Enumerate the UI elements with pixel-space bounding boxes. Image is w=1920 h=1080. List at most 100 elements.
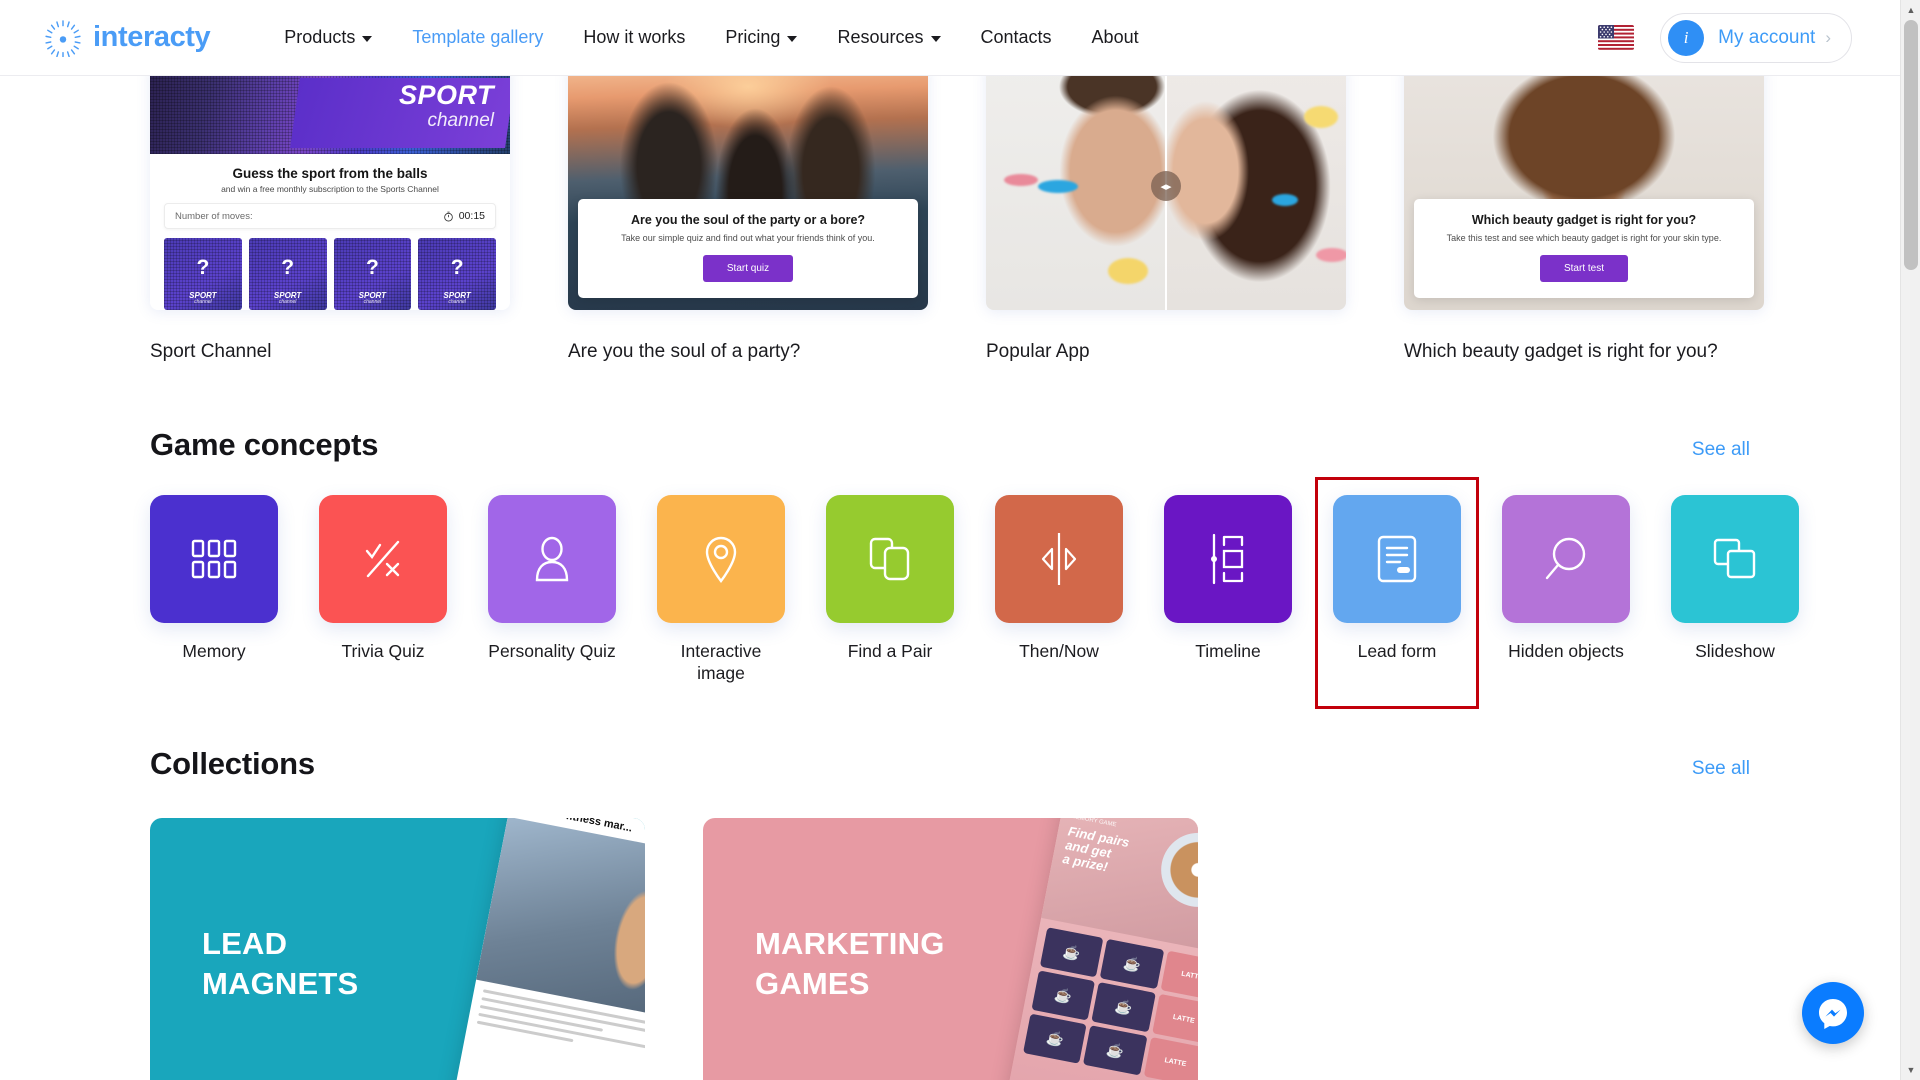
site-header: interacty Products Template gallery How … [0, 0, 1900, 76]
nav-label: How it works [583, 27, 686, 47]
concept-tile[interactable] [488, 494, 616, 623]
concept-label: Slideshow [1695, 640, 1775, 661]
nav-item-products[interactable]: Products [284, 27, 373, 48]
timer-group: 00:15 [443, 210, 485, 222]
nav-item-resources[interactable]: Resources [837, 27, 941, 48]
mockup-headline: MEMORY GAME Find pairs and get a prize! [1061, 818, 1132, 878]
messenger-chat-button[interactable] [1802, 982, 1864, 1044]
content-container: SPORT channel Guess the sport from the b… [150, 76, 1799, 1080]
concept-tile[interactable] [826, 494, 954, 623]
memory-cards-row: ? SPORT channel ? SPORT channel ? SPORT cha… [164, 238, 496, 310]
mockup-cell: LATTE [1143, 1037, 1198, 1080]
concept-find-a-pair[interactable]: Find a Pair [826, 494, 954, 685]
memory-card[interactable]: ? SPORT channel [248, 238, 327, 310]
start-test-button[interactable]: Start test [1539, 255, 1628, 282]
concept-trivia-quiz[interactable]: Trivia Quiz [319, 494, 447, 685]
template-title: Sport Channel [150, 341, 272, 362]
template-thumbnail[interactable]: SPORT channel Guess the sport from the b… [150, 76, 510, 310]
concept-tile[interactable] [1333, 494, 1461, 623]
see-all-collections-link[interactable]: See all [1692, 758, 1750, 782]
concept-lead-form[interactable]: Lead form [1315, 476, 1479, 709]
collection-card-lead-magnets[interactable]: LEAD MAGNETS Summer fitness mar... [150, 818, 645, 1080]
nav-item-about[interactable]: About [1092, 27, 1139, 48]
concept-slideshow[interactable]: Slideshow [1671, 494, 1799, 685]
us-flag-icon[interactable] [1598, 25, 1635, 50]
map-pin-icon [705, 536, 737, 583]
memory-card[interactable]: ? SPORT channel [164, 238, 242, 310]
nav-item-template-gallery[interactable]: Template gallery [412, 27, 543, 48]
template-thumbnail[interactable]: Are you the soul of the party or a bore?… [568, 76, 928, 310]
concept-label: Personality Quiz [488, 640, 616, 661]
mockup-cell: ☕ [1083, 1025, 1148, 1076]
scroll-down-arrow-icon[interactable]: ▼ [1901, 1060, 1920, 1080]
concept-tile[interactable] [1502, 494, 1630, 623]
concept-personality-quiz[interactable]: Personality Quiz [488, 494, 616, 685]
collection-card-marketing-games[interactable]: MARKETING GAMES MEMORY GAME Find pairs a… [703, 818, 1198, 1080]
mockup-cell: ☕ [1100, 939, 1164, 990]
concept-hidden-objects[interactable]: Hidden objects [1502, 494, 1630, 685]
collection-title: LEAD MAGNETS [202, 926, 359, 1002]
concept-label: Lead form [1357, 640, 1437, 661]
template-title: Popular App [986, 341, 1090, 362]
page-content: SPORT channel Guess the sport from the b… [0, 76, 1900, 1080]
template-thumbnail[interactable]: Which beauty gadget is right for you? Ta… [1404, 76, 1764, 310]
memory-card[interactable]: ? SPORT channel [418, 238, 496, 310]
concept-tile[interactable] [319, 494, 447, 623]
banner-big-text: SPORT [398, 80, 494, 110]
concept-tile[interactable] [995, 494, 1123, 623]
nav-label: Pricing [725, 27, 781, 47]
nav-item-contacts[interactable]: Contacts [981, 27, 1052, 48]
question-mark: ? [450, 256, 464, 279]
quiz-overlay-panel: Are you the soul of the party or a bore?… [578, 199, 918, 298]
before-after-slider-handle[interactable]: ◂▸ [1151, 171, 1181, 201]
nav-label: About [1091, 27, 1139, 47]
two-cards-icon [869, 537, 910, 580]
test-overlay-panel: Which beauty gadget is right for you? Ta… [1414, 199, 1754, 298]
nav-label: Template gallery [412, 27, 544, 47]
moves-label: Number of moves: [175, 210, 253, 222]
template-card[interactable]: Are you the soul of the party or a bore?… [568, 76, 928, 365]
person-icon [535, 536, 569, 581]
start-quiz-button[interactable]: Start quiz [702, 255, 794, 282]
question-mark: ? [365, 256, 379, 279]
grid-blocks-icon [191, 539, 237, 578]
see-all-game-concepts-link[interactable]: See all [1692, 439, 1750, 463]
main-navigation: Products Template gallery How it works P… [284, 27, 1138, 48]
concept-interactive-image[interactable]: Interactive image [657, 494, 785, 685]
collections-header: Collections See all [150, 746, 1750, 782]
concept-label: Find a Pair [847, 640, 933, 661]
sport-banner-text: SPORT channel [398, 80, 494, 131]
concept-label: Hidden objects [1508, 640, 1624, 661]
concept-memory[interactable]: Memory [150, 494, 278, 685]
concept-tile[interactable] [1671, 494, 1799, 623]
concept-tile[interactable] [657, 494, 785, 623]
nav-item-pricing[interactable]: Pricing [725, 27, 798, 48]
template-card[interactable]: SPORT channel Guess the sport from the b… [150, 76, 510, 365]
concept-timeline[interactable]: Timeline [1164, 494, 1292, 685]
card-brand: SPORT channel [273, 291, 302, 305]
sport-banner-image: SPORT channel [150, 76, 510, 154]
scrollbar-thumb[interactable] [1904, 20, 1918, 270]
scroll-up-arrow-icon[interactable]: ▲ [1901, 0, 1920, 20]
concept-tile[interactable] [1164, 494, 1292, 623]
memory-card[interactable]: ? SPORT channel [333, 238, 412, 310]
nav-item-how-it-works[interactable]: How it works [583, 27, 685, 48]
card-brand: SPORT channel [189, 291, 217, 305]
sport-headline: Guess the sport from the balls [232, 166, 428, 181]
template-card[interactable]: ◂▸ Popular App [986, 76, 1346, 365]
my-account-button[interactable]: i My account › [1660, 12, 1852, 63]
nav-label: Products [284, 27, 356, 47]
concept-then-now[interactable]: Then/Now [995, 494, 1123, 685]
logo-text: interacty [93, 21, 211, 53]
my-account-label: My account [1718, 26, 1816, 48]
concept-tile[interactable] [150, 494, 278, 623]
page-scrollbar[interactable]: ▲ ▼ [1900, 0, 1920, 1080]
template-thumbnail[interactable]: ◂▸ [986, 76, 1346, 310]
collection-mockup: MEMORY GAME Find pairs and get a prize! … [1005, 818, 1198, 1080]
header-right-group: i My account › [1598, 12, 1852, 63]
before-after-photo: ◂▸ [986, 76, 1346, 310]
template-card[interactable]: Which beauty gadget is right for you? Ta… [1404, 76, 1764, 365]
section-title-collections: Collections [150, 746, 315, 782]
logo[interactable]: interacty [44, 19, 211, 57]
card-brand: SPORT channel [443, 291, 471, 305]
